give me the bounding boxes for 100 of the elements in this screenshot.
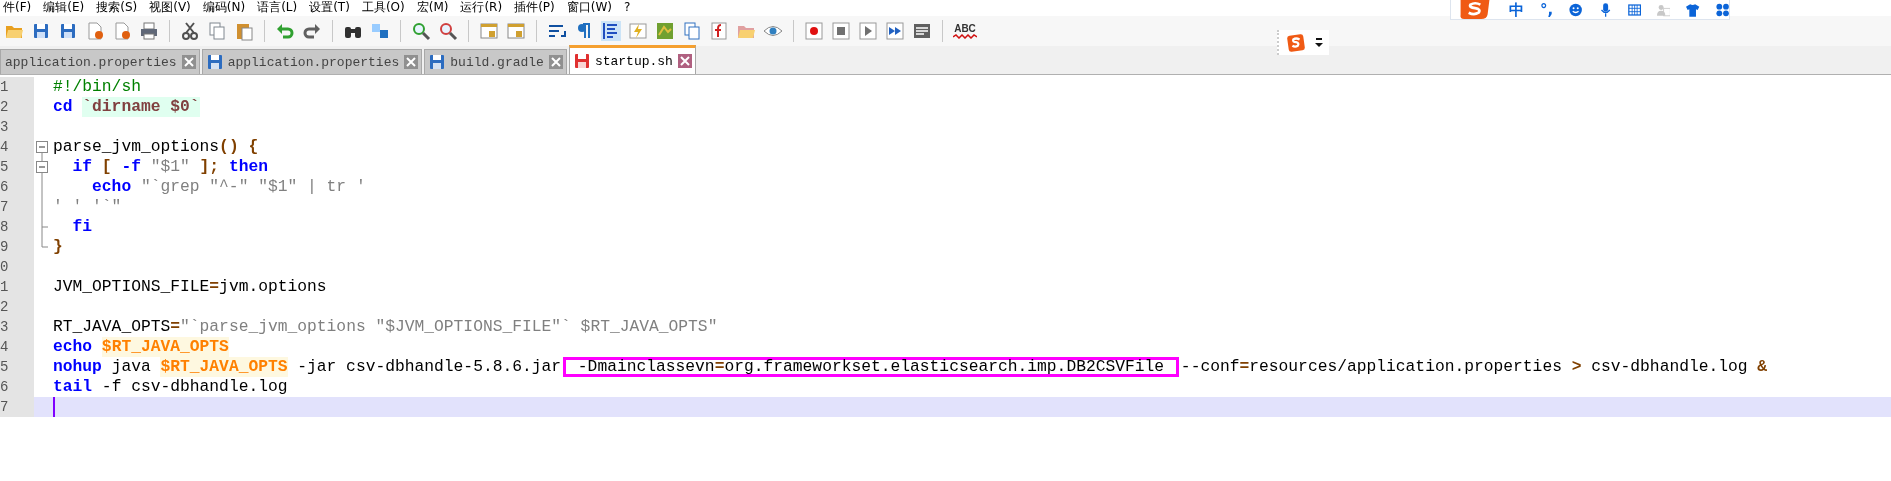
function-list-icon[interactable] (709, 21, 729, 41)
dropdown-icon[interactable] (1315, 36, 1323, 49)
close-icon[interactable] (677, 54, 692, 68)
line-number: 3 (0, 118, 9, 137)
punctuation-toggle[interactable]: °, (1540, 0, 1554, 19)
scissors-icon[interactable] (180, 21, 200, 41)
code-text: -jar csv-dbhandle-5.8.6.jar (296, 357, 562, 377)
code-text: parse_jvm_options (53, 137, 220, 157)
menu-item[interactable]: 运行(R) (457, 0, 512, 16)
code-keyword: echo (91, 177, 133, 197)
menu-item[interactable]: 设置(T) (306, 0, 359, 16)
file-tab[interactable]: startup.sh (568, 45, 696, 74)
menu-item[interactable]: 视图(V) (146, 0, 200, 16)
zoom-out-icon[interactable] (438, 21, 458, 41)
code-string: "`grep "^-" "$1" | tr ' (140, 177, 366, 197)
close-icon[interactable] (404, 55, 419, 69)
sync-vertical-icon[interactable] (479, 21, 499, 41)
shirt-icon[interactable] (1686, 1, 1700, 18)
logo-icon (1287, 33, 1305, 52)
code-text: JVM_OPTIONS_FILE (53, 277, 210, 297)
zoom-in-icon[interactable] (411, 21, 431, 41)
code-text: org.frameworkset.elasticsearch.imp.DB2CSVFile (724, 360, 1166, 374)
menu-item[interactable]: 工具(O) (358, 0, 414, 16)
line-number: 2 (0, 98, 9, 117)
code-string: "`parse_jvm_options "$JVM_OPTIONS_FILE"` $RT_JAVA_OPTS" (180, 317, 718, 337)
menu-item[interactable]: 件(F) (0, 0, 41, 16)
close-all-icon[interactable] (112, 21, 132, 41)
code-variable: $RT_JAVA_OPTS (160, 357, 288, 377)
input-mode-toggle[interactable]: 中 (1509, 0, 1524, 19)
fold-marker-icon[interactable] (34, 157, 50, 177)
save-icon[interactable] (31, 21, 51, 41)
code-keyword: if (71, 157, 93, 177)
line-number: 6 (0, 178, 9, 197)
code-keyword: tail (53, 377, 93, 397)
menu-item[interactable]: ? (620, 0, 640, 16)
fast-forward-icon[interactable] (885, 21, 905, 41)
microphone-icon[interactable] (1598, 1, 1612, 18)
code-text: resources/application.properties (1249, 357, 1563, 377)
line-number: 8 (0, 218, 9, 237)
code-string: "$1" (150, 157, 190, 177)
menu-item[interactable]: 语言(L) (254, 0, 307, 16)
line-number: 2 (0, 298, 9, 317)
line-number: 0 (0, 258, 9, 277)
input-method-badge[interactable] (1277, 30, 1329, 55)
code-operator: [ (100, 157, 113, 177)
copy-icon[interactable] (207, 21, 227, 41)
menu-item[interactable]: 插件(P) (511, 0, 564, 16)
emoji-icon[interactable] (1569, 1, 1583, 18)
code-string: ' ' '`" (53, 197, 122, 217)
printer-icon[interactable] (139, 21, 159, 41)
code-operator: } (53, 237, 63, 257)
line-number: 9 (0, 238, 9, 257)
line-number: 5 (0, 358, 9, 377)
code-operator: = (170, 317, 181, 337)
keyboard-icon[interactable] (1627, 1, 1642, 18)
close-file-icon[interactable] (85, 21, 105, 41)
record-icon[interactable] (804, 21, 824, 41)
grid-icon[interactable] (1715, 1, 1729, 18)
close-icon[interactable] (181, 55, 196, 69)
save-all-icon[interactable] (58, 21, 78, 41)
menu-item[interactable]: 编码(N) (199, 0, 255, 16)
code-text: jvm.options (219, 277, 327, 297)
code-text: --conf (1180, 357, 1240, 377)
code-text: RT_JAVA_OPTS (53, 317, 171, 337)
line-number: 1 (0, 78, 9, 97)
document-list-icon[interactable] (682, 21, 702, 41)
line-number: 3 (0, 318, 9, 337)
code-keyword: cd (53, 97, 74, 117)
code-comment: #!/bin/sh (53, 77, 141, 97)
code-text: java (110, 357, 152, 377)
menu-item[interactable]: 编辑(E) (40, 0, 94, 16)
line-number: 4 (0, 138, 9, 157)
menu-item[interactable]: 搜索(S) (93, 0, 147, 16)
file-tab[interactable]: application.properties (201, 49, 423, 74)
line-number: 5 (0, 158, 9, 177)
indent-guide-icon[interactable] (601, 21, 621, 41)
play-icon[interactable] (858, 21, 878, 41)
menu-item[interactable]: 宏(M) (413, 0, 458, 16)
code-operator: = (1239, 357, 1250, 377)
file-tab[interactable]: build.gradle (424, 49, 567, 74)
sync-horizontal-icon[interactable] (506, 21, 526, 41)
paste-icon[interactable] (234, 21, 254, 41)
line-number: 1 (0, 278, 9, 297)
menu-item[interactable]: 窗口(W) (563, 0, 621, 16)
line-number: 7 (0, 398, 9, 417)
stop-icon[interactable] (831, 21, 851, 41)
map-icon[interactable] (655, 21, 675, 41)
code-operator: > (1571, 357, 1582, 377)
code-variable: $RT_JAVA_OPTS (101, 337, 229, 357)
redo-icon[interactable] (302, 21, 322, 41)
line-number: 6 (0, 378, 9, 397)
code-keyword: then (228, 157, 268, 177)
code-text: csv-dbhandle.log (1590, 357, 1749, 377)
line-number: 7 (0, 198, 9, 217)
code-operator: = (209, 277, 220, 297)
save-macro-icon[interactable] (912, 21, 932, 41)
close-icon[interactable] (548, 55, 563, 69)
replace-icon[interactable] (370, 21, 390, 41)
file-tab[interactable]: application.properties (0, 49, 200, 74)
code-operator: ]; (198, 157, 221, 177)
